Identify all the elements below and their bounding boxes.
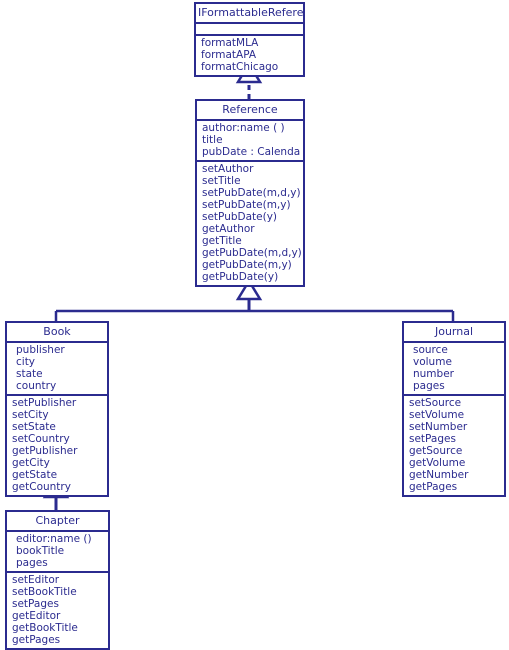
method-item: getCountry (12, 481, 71, 493)
method-item: getNumber (409, 469, 469, 481)
methods-compartment-reference: setAuthor setTitle setPubDate(m,d,y) set… (197, 162, 303, 285)
method-item: formatAPA (201, 49, 257, 61)
attribute-item: volume (413, 356, 452, 368)
method-item: setCity (12, 409, 49, 421)
method-item: formatChicago (201, 61, 279, 73)
method-item: setEditor (12, 574, 60, 586)
attribute-item: number (413, 368, 454, 380)
class-box-reference[interactable]: Reference author:name ( ) title pubDate … (195, 99, 305, 287)
attributes-compartment-reference: author:name ( ) title pubDate : Calendar (197, 121, 303, 162)
methods-compartment-journal: setSource setVolume setNumber setPages g… (404, 396, 504, 495)
method-item: setVolume (409, 409, 465, 421)
attribute-item: pubDate : Calendar (202, 146, 301, 158)
class-name-journal: Journal (404, 323, 504, 343)
method-item: setTitle (202, 175, 241, 187)
class-box-book[interactable]: Book publisher city state country setPub… (5, 321, 109, 497)
method-item: getEditor (12, 610, 61, 622)
method-item: getAuthor (202, 223, 255, 235)
method-item: getVolume (409, 457, 466, 469)
class-box-journal[interactable]: Journal source volume number pages setSo… (402, 321, 506, 497)
method-item: setSource (409, 397, 462, 409)
method-item: setPubDate(y) (202, 211, 278, 223)
method-item: getPages (409, 481, 458, 493)
attribute-item: title (202, 134, 223, 146)
method-item: setPages (12, 598, 59, 610)
method-item: setPages (409, 433, 456, 445)
class-name-reference: Reference (197, 101, 303, 121)
connector-subclasses-extend-reference (54, 278, 455, 321)
attributes-compartment-book: publisher city state country (7, 343, 107, 396)
method-item: setAuthor (202, 163, 254, 175)
class-name-iformattablereference: IFormattableReference (196, 4, 303, 24)
methods-compartment-iformattablereference: formatMLA formatAPA formatChicago (196, 36, 303, 75)
attribute-item: bookTitle (16, 545, 65, 557)
method-item: setNumber (409, 421, 468, 433)
method-item: getPubDate(y) (202, 271, 279, 283)
attribute-item: pages (16, 557, 48, 569)
attributes-compartment-iformattablereference (196, 24, 303, 36)
method-item: getPubDate(m,d,y) (202, 247, 301, 259)
attribute-item: city (16, 356, 36, 368)
method-item: getSource (409, 445, 463, 457)
method-item: setPubDate(m,y) (202, 199, 291, 211)
attribute-item: author:name ( ) (202, 122, 285, 134)
attribute-item: publisher (16, 344, 65, 356)
method-item: getPages (12, 634, 61, 646)
methods-compartment-chapter: setEditor setBookTitle setPages getEdito… (7, 573, 108, 648)
method-item: getCity (12, 457, 50, 469)
class-name-book: Book (7, 323, 107, 343)
method-item: getTitle (202, 235, 242, 247)
method-item: getState (12, 469, 58, 481)
class-name-chapter: Chapter (7, 512, 108, 532)
methods-compartment-book: setPublisher setCity setState setCountry… (7, 396, 107, 495)
method-item: getBookTitle (12, 622, 78, 634)
attribute-item: state (16, 368, 43, 380)
method-item: setPublisher (12, 397, 77, 409)
attributes-compartment-journal: source volume number pages (404, 343, 504, 396)
method-item: setState (12, 421, 56, 433)
class-box-chapter[interactable]: Chapter editor:name () bookTitle pages s… (5, 510, 110, 650)
attributes-compartment-chapter: editor:name () bookTitle pages (7, 532, 108, 573)
method-item: setPubDate(m,d,y) (202, 187, 301, 199)
attribute-item: country (16, 380, 57, 392)
method-item: getPubDate(m,y) (202, 259, 292, 271)
method-item: formatMLA (201, 37, 259, 49)
attribute-item: pages (413, 380, 445, 392)
method-item: getPublisher (12, 445, 78, 457)
method-item: setCountry (12, 433, 70, 445)
attribute-item: editor:name () (16, 533, 92, 545)
class-box-iformattablereference[interactable]: IFormattableReference formatMLA formatAP… (194, 2, 305, 77)
method-item: setBookTitle (12, 586, 77, 598)
uml-class-diagram: IFormattableReference formatMLA formatAP… (0, 0, 509, 650)
attribute-item: source (413, 344, 448, 356)
